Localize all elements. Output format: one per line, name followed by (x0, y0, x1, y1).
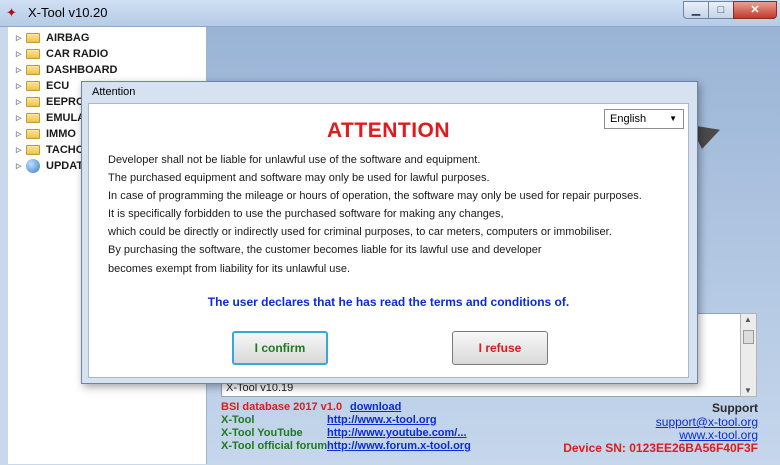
scroll-down-icon[interactable]: ▼ (744, 386, 752, 395)
refuse-button[interactable]: I refuse (452, 331, 548, 365)
close-button[interactable]: ✕ (733, 1, 777, 19)
expand-icon[interactable]: ▷ (16, 130, 26, 138)
attention-heading: ATTENTION (326, 119, 451, 142)
tree-item-label: UPDAT (46, 160, 84, 172)
support-heading: Support (712, 401, 758, 415)
log-scrollbar[interactable]: ▲ ▼ (740, 313, 757, 397)
expand-icon[interactable]: ▷ (16, 50, 26, 58)
tree-item-label: CAR RADIO (46, 48, 109, 60)
maximize-button[interactable]: □ (708, 1, 734, 19)
tree-item-label: AIRBAG (46, 32, 90, 44)
folder-icon (26, 81, 40, 91)
youtube-link-label: X-Tool YouTube (221, 427, 303, 439)
disclaimer-line: Developer shall not be liable for unlawf… (108, 154, 481, 166)
tree-item-eeprom[interactable]: ▷ EEPRO (16, 94, 85, 110)
tree-item-update[interactable]: ▷ UPDAT (16, 158, 83, 174)
scroll-thumb[interactable] (743, 330, 754, 344)
folder-icon (26, 97, 40, 107)
user-declaration: The user declares that he has read the t… (207, 295, 570, 309)
app-logo-icon: ✦ (6, 5, 17, 20)
folder-icon (26, 113, 40, 123)
tree-item-car-radio[interactable]: ▷ CAR RADIO (16, 46, 108, 62)
xtool-link[interactable]: http://www.x-tool.org (327, 414, 437, 426)
dialog-panel (88, 103, 689, 378)
expand-icon[interactable]: ▷ (16, 162, 26, 170)
title-bar: ✦ X-Tool v10.20 ▁ □ ✕ (0, 0, 780, 27)
disclaimer-line: By purchasing the software, the customer… (108, 244, 542, 256)
expand-icon[interactable]: ▷ (16, 114, 26, 122)
minimize-button[interactable]: ▁ (683, 1, 709, 19)
folder-icon (26, 145, 40, 155)
support-site-link[interactable]: www.x-tool.org (679, 428, 758, 442)
window-title: X-Tool v10.20 (28, 5, 108, 20)
tree-item-label: EEPRO (46, 96, 85, 108)
expand-icon[interactable]: ▷ (16, 146, 26, 154)
expand-icon[interactable]: ▷ (16, 34, 26, 42)
tree-item-immo[interactable]: ▷ IMMO (16, 126, 76, 142)
expand-icon[interactable]: ▷ (16, 66, 26, 74)
scroll-up-icon[interactable]: ▲ (744, 315, 752, 324)
disclaimer-line: In case of programming the mileage or ho… (108, 190, 642, 202)
tree-item-label: ECU (46, 80, 70, 92)
expand-icon[interactable]: ▷ (16, 82, 26, 90)
bsi-download-link[interactable]: download (350, 401, 401, 413)
device-serial-number: Device SN: 0123EE26BA56F40F3F (563, 441, 758, 455)
folder-icon (26, 33, 40, 43)
disclaimer-line: which could be directly or indirectly us… (108, 226, 612, 238)
youtube-link[interactable]: http://www.youtube.com/... (327, 427, 467, 439)
tree-item-label: DASHBOARD (46, 64, 118, 76)
tree-item-ecu[interactable]: ▷ ECU (16, 78, 69, 94)
forum-link[interactable]: http://www.forum.x-tool.org (327, 440, 471, 452)
tree-item-dashboard[interactable]: ▷ DASHBOARD (16, 62, 118, 78)
xtool-link-label: X-Tool (221, 414, 255, 426)
folder-icon (26, 49, 40, 59)
disclaimer-line: The purchased equipment and software may… (108, 172, 490, 184)
bsi-database-label: BSI database 2017 v1.0 (221, 401, 343, 413)
tree-item-label: TACHO (46, 144, 85, 156)
expand-icon[interactable]: ▷ (16, 98, 26, 106)
tree-item-tacho[interactable]: ▷ TACHO (16, 142, 84, 158)
folder-icon (26, 129, 40, 139)
forum-link-label: X-Tool official forum (221, 440, 328, 452)
tree-item-label: IMMO (46, 128, 76, 140)
tree-item-airbag[interactable]: ▷ AIRBAG (16, 30, 89, 46)
tree-item-emulator[interactable]: ▷ EMULA (16, 110, 85, 126)
dialog-title: Attention (92, 86, 136, 98)
confirm-button[interactable]: I confirm (232, 331, 328, 365)
globe-icon (26, 159, 40, 173)
tree-item-label: EMULA (46, 112, 86, 124)
folder-icon (26, 65, 40, 75)
disclaimer-line: becomes exempt from liability for its un… (108, 263, 351, 275)
support-email-link[interactable]: support@x-tool.org (656, 415, 758, 429)
disclaimer-line: It is specifically forbidden to use the … (108, 208, 504, 220)
